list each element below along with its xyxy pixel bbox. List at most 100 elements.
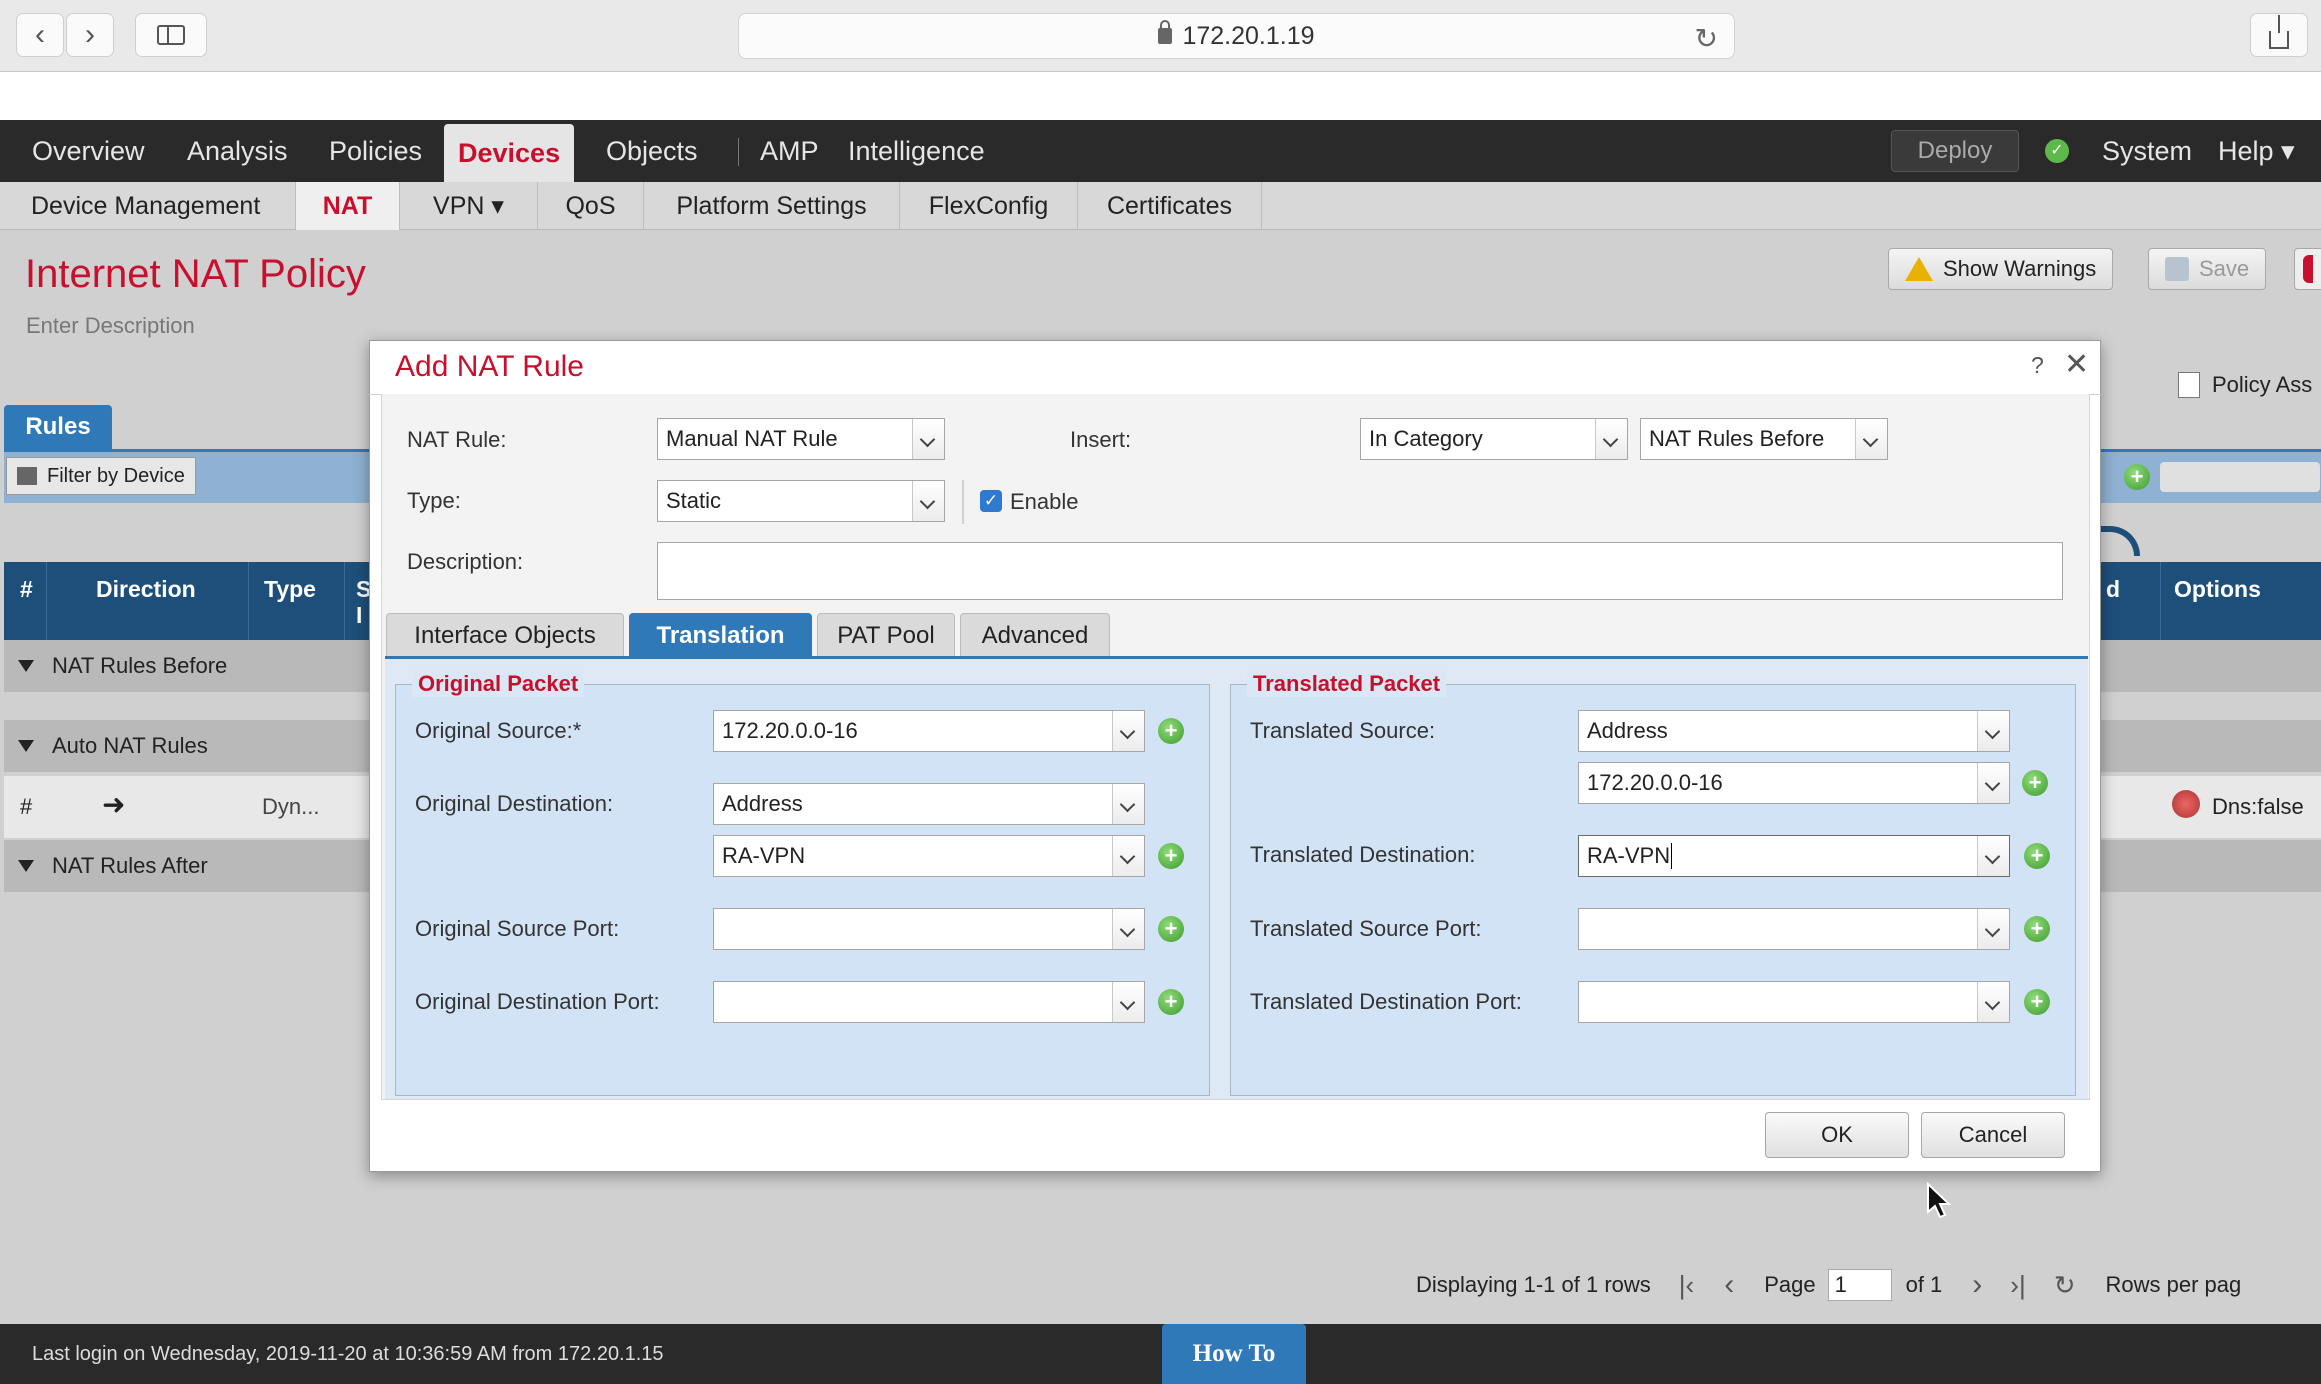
subnav-vpn[interactable]: VPN ▾ (400, 182, 538, 230)
subnav-nat[interactable]: NAT (296, 182, 400, 230)
health-ok-icon[interactable]: ✓ (2045, 139, 2069, 163)
tab-pat-pool[interactable]: PAT Pool (817, 613, 955, 657)
add-rule-button[interactable] (2160, 462, 2320, 492)
help-icon[interactable]: ? (2031, 352, 2044, 379)
insert-position-select[interactable]: NAT Rules Before (1640, 418, 1888, 460)
next-page-icon[interactable]: › (1972, 1268, 1982, 1302)
close-icon[interactable]: ✕ (2064, 347, 2089, 382)
original-destination-label: Original Destination: (415, 791, 614, 816)
chevron-down-icon[interactable] (1977, 982, 2009, 1022)
translated-source-port-select[interactable] (1578, 908, 2010, 950)
page-number-input[interactable]: 1 (1827, 1269, 1892, 1301)
add-translated-source-port-icon[interactable]: + (2024, 916, 2050, 942)
collapse-triangle-icon[interactable] (18, 740, 34, 752)
chevron-down-icon[interactable] (1112, 836, 1144, 876)
original-destination-port-select[interactable] (713, 981, 1145, 1023)
col-destination[interactable]: d (2106, 576, 2120, 603)
insert-category-select[interactable]: In Category (1360, 418, 1628, 460)
col-type[interactable]: Type (264, 576, 316, 603)
translated-source-type-select[interactable]: Address (1578, 710, 2010, 752)
refresh-icon[interactable]: ↻ (2054, 1270, 2076, 1301)
share-icon[interactable] (2250, 13, 2308, 57)
tab-advanced[interactable]: Advanced (960, 613, 1110, 657)
description-input[interactable] (657, 542, 2063, 600)
translated-source-select[interactable]: 172.20.0.0-16 (1578, 762, 2010, 804)
table-row-right[interactable]: Dns:false (2100, 776, 2321, 838)
nav-devices[interactable]: Devices (444, 124, 575, 182)
add-original-source-icon[interactable]: + (1158, 718, 1184, 744)
add-translated-destination-icon[interactable]: + (2024, 843, 2050, 869)
chevron-down-icon[interactable] (1855, 419, 1887, 459)
sidebar-toggle-icon[interactable] (135, 13, 207, 57)
save-button[interactable]: Save (2148, 248, 2267, 290)
nav-amp[interactable]: AMP (746, 120, 833, 182)
col-direction[interactable]: Direction (96, 576, 196, 603)
nav-help[interactable]: Help ▾ (2204, 120, 2309, 182)
chevron-down-icon[interactable] (1977, 763, 2009, 803)
filter-by-device-button[interactable]: Filter by Device (6, 457, 196, 495)
deploy-button[interactable]: Deploy (1891, 130, 2019, 172)
group-row-right (2100, 840, 2321, 892)
original-source-port-select[interactable] (713, 908, 1145, 950)
ok-button[interactable]: OK (1765, 1112, 1909, 1158)
enable-checkbox[interactable]: ✓ (980, 490, 1002, 512)
tab-translation[interactable]: Translation (629, 613, 812, 657)
subnav-qos[interactable]: QoS (538, 182, 644, 230)
chevron-down-icon[interactable] (1112, 982, 1144, 1022)
address-bar[interactable]: 172.20.1.19 ↻ (738, 13, 1735, 59)
first-page-icon[interactable]: |‹ (1679, 1270, 1694, 1301)
group-row-auto-nat-rules[interactable]: Auto NAT Rules (4, 720, 369, 772)
add-rule-icon[interactable]: + (2124, 464, 2150, 490)
group-row-nat-rules-before[interactable]: NAT Rules Before (4, 640, 369, 692)
last-page-icon[interactable]: ›| (2010, 1270, 2025, 1301)
add-original-destination-port-icon[interactable]: + (1158, 989, 1184, 1015)
table-row[interactable]: # ➜ Dyn... (4, 776, 369, 838)
page-description[interactable]: Enter Description (26, 313, 195, 339)
chevron-down-icon[interactable] (1112, 784, 1144, 824)
subnav-certificates[interactable]: Certificates (1078, 182, 1262, 230)
nav-overview[interactable]: Overview (18, 120, 159, 182)
chevron-down-icon[interactable] (1977, 711, 2009, 751)
how-to-button[interactable]: How To (1162, 1324, 1306, 1384)
collapse-triangle-icon[interactable] (18, 860, 34, 872)
chevron-down-icon[interactable] (1112, 711, 1144, 751)
nav-system[interactable]: System (2088, 120, 2206, 182)
forward-arrow-icon[interactable]: › (66, 13, 114, 57)
nav-objects[interactable]: Objects (592, 120, 712, 182)
nat-rule-select[interactable]: Manual NAT Rule (657, 418, 945, 460)
cancel-button[interactable]: Cancel (1921, 1112, 2065, 1158)
chevron-down-icon[interactable] (912, 481, 944, 521)
nav-analysis[interactable]: Analysis (173, 120, 302, 182)
policy-assignments-link[interactable]: Policy Ass (2178, 372, 2312, 398)
back-arrow-icon[interactable]: ‹ (16, 13, 64, 57)
tab-interface-objects[interactable]: Interface Objects (386, 613, 624, 657)
original-destination-select[interactable]: RA-VPN (713, 835, 1145, 877)
subnav-device-management[interactable]: Device Management (16, 182, 296, 230)
collapse-triangle-icon[interactable] (18, 660, 34, 672)
chevron-down-icon[interactable] (1977, 909, 2009, 949)
type-select[interactable]: Static (657, 480, 945, 522)
reload-icon[interactable]: ↻ (1695, 22, 1718, 55)
nav-policies[interactable]: Policies (315, 120, 436, 182)
add-translated-source-icon[interactable]: + (2022, 770, 2048, 796)
translated-destination-select[interactable]: RA-VPN (1578, 835, 2010, 877)
nav-intelligence[interactable]: Intelligence (834, 120, 999, 182)
subnav-flexconfig[interactable]: FlexConfig (900, 182, 1078, 230)
rules-tab[interactable]: Rules (4, 405, 112, 449)
add-original-source-port-icon[interactable]: + (1158, 916, 1184, 942)
original-source-select[interactable]: 172.20.0.0-16 (713, 710, 1145, 752)
prev-page-icon[interactable]: ‹ (1724, 1268, 1734, 1302)
chevron-down-icon[interactable] (912, 419, 944, 459)
chevron-down-icon[interactable] (1595, 419, 1627, 459)
subnav-platform-settings[interactable]: Platform Settings (644, 182, 900, 230)
add-original-destination-icon[interactable]: + (1158, 843, 1184, 869)
original-destination-type-select[interactable]: Address (713, 783, 1145, 825)
translated-destination-port-select[interactable] (1578, 981, 2010, 1023)
chevron-down-icon[interactable] (1112, 909, 1144, 949)
cancel-policy-button[interactable] (2294, 248, 2321, 290)
chevron-down-icon[interactable] (1977, 836, 2009, 876)
add-translated-destination-port-icon[interactable]: + (2024, 989, 2050, 1015)
group-row-nat-rules-after[interactable]: NAT Rules After (4, 840, 369, 892)
direction-arrow-icon: ➜ (102, 789, 126, 820)
show-warnings-button[interactable]: Show Warnings (1888, 248, 2114, 290)
